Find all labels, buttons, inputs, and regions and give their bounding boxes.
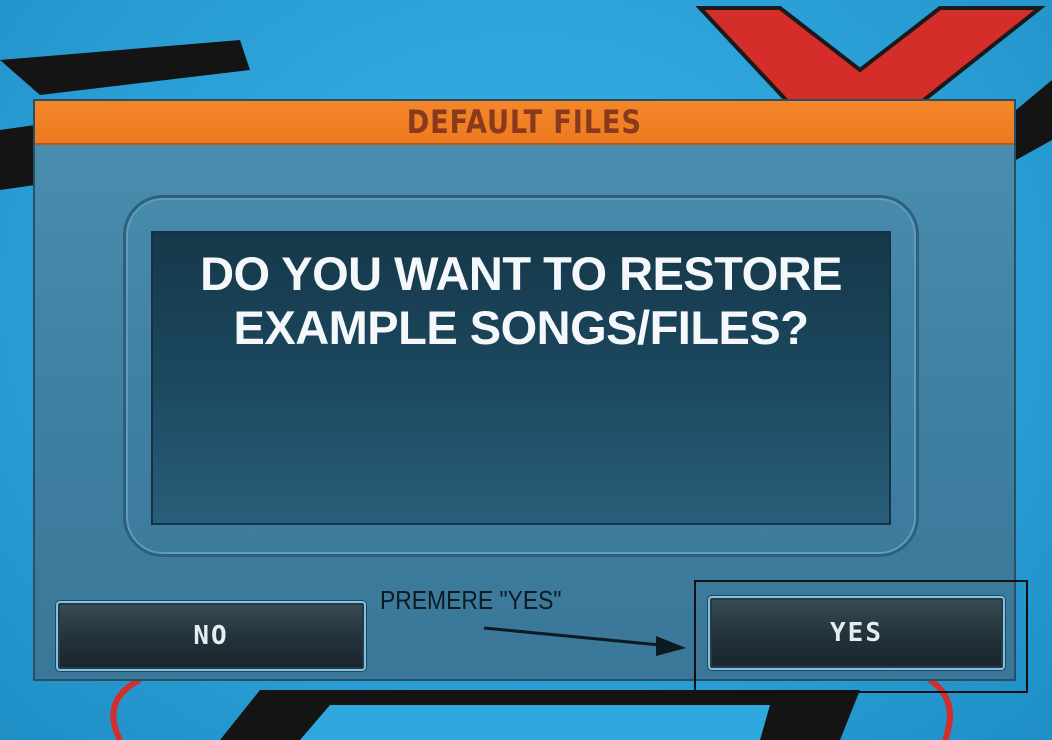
display-screen: DEFAULT FILES DO YOU WANT TO RESTORE EXA… <box>0 0 1052 740</box>
annotation-arrow-icon <box>483 626 686 656</box>
